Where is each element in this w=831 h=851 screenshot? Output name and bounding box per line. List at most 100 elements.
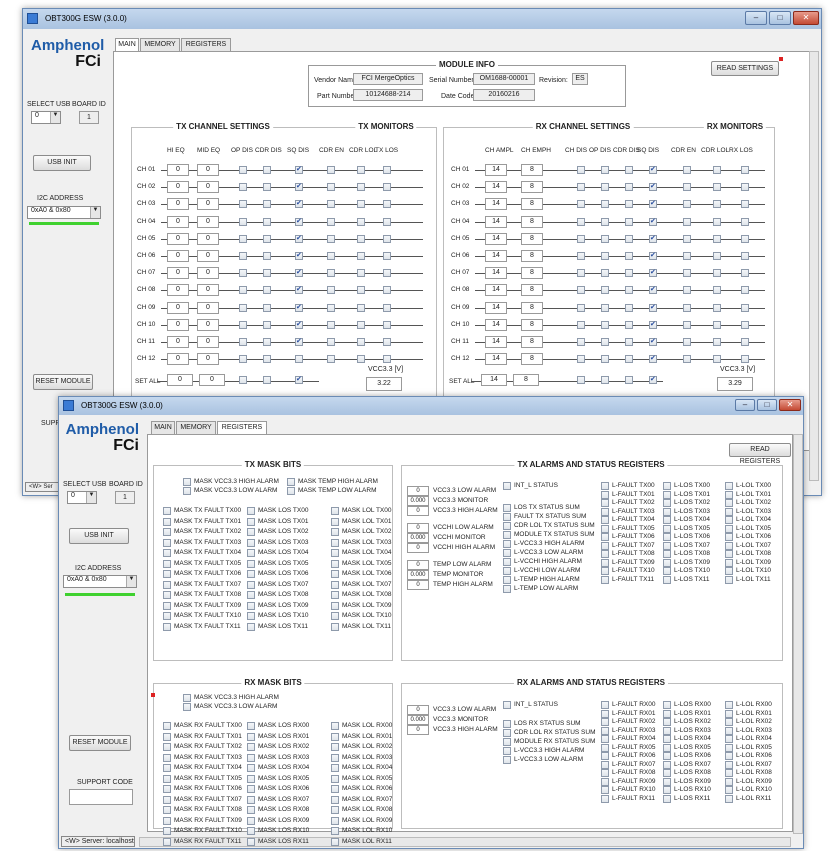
rx_alarms-los-checkbox[interactable] <box>663 726 671 735</box>
tx-mask-bit-checkbox[interactable] <box>331 591 339 599</box>
rx-setting-checkbox[interactable] <box>577 338 585 346</box>
select-usb-dropdown[interactable]: 0 ▼ <box>31 111 61 124</box>
rx-mask-bit-checkbox[interactable] <box>331 806 339 814</box>
tx-setall-checkbox[interactable] <box>263 376 271 384</box>
i2c-address-dropdown[interactable]: 0xA0 & 0x80 ▼ <box>27 206 101 219</box>
tx_alarms-f-checkbox[interactable] <box>601 533 609 541</box>
rx_alarms-lol-checkbox[interactable] <box>725 743 733 752</box>
tx-mask-bit-checkbox[interactable] <box>331 612 339 620</box>
ch-ampl-input[interactable]: 14 <box>485 181 507 194</box>
tab-registers[interactable]: REGISTERS <box>217 421 267 435</box>
rx-setting-checkbox[interactable] <box>601 320 609 329</box>
tx-mask-bit-checkbox[interactable] <box>163 570 171 578</box>
ch-emph-input[interactable]: 8 <box>521 181 543 194</box>
tx-mask-bit-checkbox[interactable] <box>163 538 171 547</box>
rx_alarms-f-checkbox[interactable] <box>601 786 609 794</box>
rx-setting-checkbox[interactable] <box>649 354 657 364</box>
rx_alarms-status-checkbox[interactable] <box>503 720 511 728</box>
ch-emph-input[interactable]: 8 <box>521 353 543 366</box>
ch-emph-input[interactable]: 8 <box>521 318 543 331</box>
rx_alarms-los-checkbox[interactable] <box>663 794 671 803</box>
tx-mask-bit-checkbox[interactable] <box>247 570 255 578</box>
tx_alarms-lol-checkbox[interactable] <box>725 507 733 516</box>
rx-mask-bit-checkbox[interactable] <box>247 722 255 730</box>
rx_alarms-lol-checkbox[interactable] <box>725 752 733 760</box>
maximize-button[interactable]: □ <box>769 11 791 25</box>
rx-mask-top-checkbox[interactable] <box>183 694 191 702</box>
tx-mask-bit-checkbox[interactable] <box>247 538 255 547</box>
rx-mask-bit-checkbox[interactable] <box>247 806 255 814</box>
tx_alarms-status-checkbox[interactable] <box>503 549 511 557</box>
tx_alarms-lol-checkbox[interactable] <box>725 558 733 567</box>
rx-setting-checkbox[interactable] <box>625 252 633 260</box>
tx-mask-bit-checkbox[interactable] <box>247 591 255 599</box>
rx-mask-bit-checkbox[interactable] <box>331 753 339 762</box>
mid-eq-input[interactable]: 0 <box>197 318 219 331</box>
rx-mask-bit-checkbox[interactable] <box>331 816 339 825</box>
tx_alarms-f-checkbox[interactable] <box>601 516 609 524</box>
hi-eq-input[interactable]: 0 <box>167 232 189 245</box>
rx_alarms-los-checkbox[interactable] <box>663 735 671 743</box>
tx-setall-a[interactable]: 0 <box>167 374 193 386</box>
ch-ampl-input[interactable]: 14 <box>485 284 507 297</box>
tx_alarms-lol-checkbox[interactable] <box>725 550 733 558</box>
tx-setting-checkbox[interactable] <box>295 165 303 174</box>
tx-setting-checkbox[interactable] <box>295 337 303 346</box>
mid-eq-input[interactable]: 0 <box>197 181 219 194</box>
reset-module-button[interactable]: RESET MODULE <box>69 735 131 751</box>
hi-eq-input[interactable]: 0 <box>167 164 189 176</box>
mid-eq-input[interactable]: 0 <box>197 301 219 314</box>
tx-mask-top-checkbox[interactable] <box>183 478 191 486</box>
tx_alarms-los-checkbox[interactable] <box>663 533 671 541</box>
tx-setting-checkbox[interactable] <box>295 251 303 260</box>
rx-mask-bit-checkbox[interactable] <box>163 795 171 804</box>
rx-setting-checkbox[interactable] <box>577 252 585 260</box>
tx-mask-bit-checkbox[interactable] <box>163 559 171 568</box>
ch-emph-input[interactable]: 8 <box>521 164 543 176</box>
rx-mask-bit-checkbox[interactable] <box>247 743 255 751</box>
rx-setting-checkbox[interactable] <box>601 200 609 209</box>
tx-mask-bit-checkbox[interactable] <box>331 559 339 568</box>
minimize-button[interactable]: – <box>745 11 767 25</box>
rx-setting-checkbox[interactable] <box>625 234 633 243</box>
tx_alarms-los-checkbox[interactable] <box>663 499 671 507</box>
rx-mask-bit-checkbox[interactable] <box>247 827 255 835</box>
tab-main[interactable]: MAIN <box>115 38 139 52</box>
rx-setall-a[interactable]: 14 <box>481 374 507 386</box>
tx-setting-checkbox[interactable] <box>263 166 271 174</box>
rx-setting-checkbox[interactable] <box>601 252 609 260</box>
tx-mask-bit-checkbox[interactable] <box>331 622 339 631</box>
rx-setting-checkbox[interactable] <box>625 303 633 312</box>
rx-mask-bit-checkbox[interactable] <box>331 732 339 741</box>
ch-ampl-input[interactable]: 14 <box>485 198 507 211</box>
rx-setting-checkbox[interactable] <box>625 183 633 192</box>
tx-setting-checkbox[interactable] <box>239 183 247 192</box>
rx-mask-bit-checkbox[interactable] <box>247 774 255 783</box>
rx_alarms-lol-checkbox[interactable] <box>725 794 733 803</box>
rx-setting-checkbox[interactable] <box>625 200 633 209</box>
rx_alarms-los-checkbox[interactable] <box>663 709 671 718</box>
close-button[interactable]: ✕ <box>779 399 801 411</box>
hi-eq-input[interactable]: 0 <box>167 301 189 314</box>
tx-setall-checkbox[interactable] <box>295 375 303 384</box>
read-settings-button[interactable]: READ SETTINGS <box>711 61 779 76</box>
tx-mask-bit-checkbox[interactable] <box>247 612 255 620</box>
rx-setall-b[interactable]: 8 <box>513 374 539 386</box>
tx-mask-bit-checkbox[interactable] <box>163 612 171 620</box>
rx_alarms-f-checkbox[interactable] <box>601 760 609 769</box>
tx_alarms-los-checkbox[interactable] <box>663 482 671 490</box>
tx-mask-temp-checkbox[interactable] <box>287 478 295 486</box>
rx_alarms-status-checkbox[interactable] <box>503 747 511 755</box>
rx-setting-checkbox[interactable] <box>601 183 609 192</box>
tx-setting-checkbox[interactable] <box>239 355 247 364</box>
tx-mask-bit-checkbox[interactable] <box>163 507 171 515</box>
ch-ampl-input[interactable]: 14 <box>485 250 507 262</box>
rx-setall-checkbox[interactable] <box>601 376 609 384</box>
tx-setting-checkbox[interactable] <box>263 183 271 192</box>
rx-mask-bit-checkbox[interactable] <box>163 816 171 825</box>
rx-mask-bit-checkbox[interactable] <box>331 827 339 835</box>
rx-setting-checkbox[interactable] <box>601 355 609 364</box>
tx-setting-checkbox[interactable] <box>239 269 247 278</box>
usb-init-button[interactable]: USB INIT <box>33 155 91 171</box>
ch-ampl-input[interactable]: 14 <box>485 267 507 280</box>
